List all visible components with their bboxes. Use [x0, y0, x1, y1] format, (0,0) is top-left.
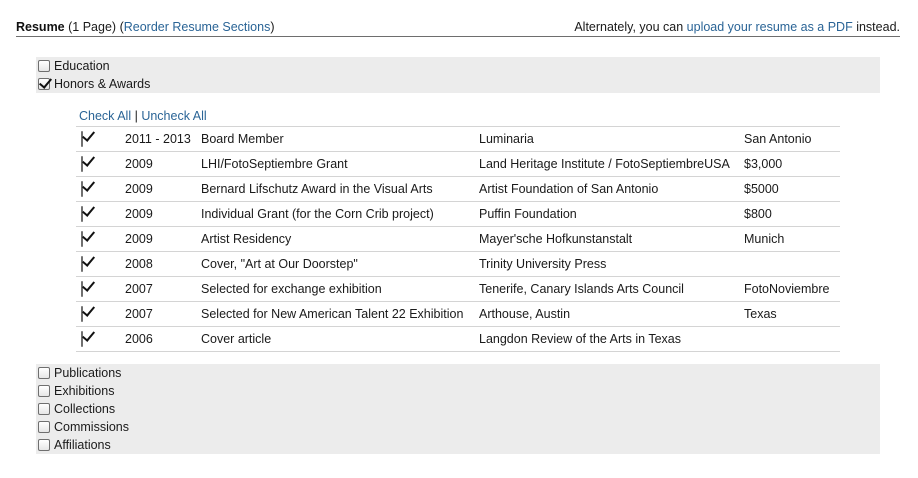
section-collections[interactable]: Collections: [36, 400, 880, 418]
section-publications[interactable]: Publications: [36, 364, 880, 382]
section-label: Exhibitions: [54, 384, 115, 398]
row-org: Puffin Foundation: [479, 207, 577, 221]
check-all-link[interactable]: Check All: [79, 109, 131, 123]
table-row: 2008 Cover, "Art at Our Doorstep" Trinit…: [76, 251, 840, 277]
close-paren: ): [270, 20, 275, 34]
table-row: 2009 Artist Residency Mayer'sche Hofkuns…: [76, 226, 840, 252]
table-row: 2007 Selected for exchange exhibition Te…: [76, 276, 840, 302]
row-checkbox[interactable]: [81, 206, 83, 222]
row-title: LHI/FotoSeptiembre Grant: [201, 157, 348, 171]
row-org: Tenerife, Canary Islands Arts Council: [479, 282, 684, 296]
table-row: 2009 Bernard Lifschutz Award in the Visu…: [76, 176, 840, 202]
section-label: Affiliations: [54, 438, 111, 452]
row-org: Langdon Review of the Arts in Texas: [479, 332, 681, 346]
row-checkbox[interactable]: [81, 256, 83, 272]
sections-bottom-group: Publications Exhibitions Collections Com…: [36, 364, 880, 454]
row-org: Luminaria: [479, 132, 534, 146]
row-year: 2007: [125, 307, 153, 321]
row-year: 2009: [125, 182, 153, 196]
row-extra: $5000: [744, 182, 779, 196]
upload-pdf-line: Alternately, you can upload your resume …: [574, 20, 900, 34]
row-org: Artist Foundation of San Antonio: [479, 182, 659, 196]
row-org: Arthouse, Austin: [479, 307, 571, 321]
alt-suffix: instead.: [852, 20, 900, 34]
row-year: 2006: [125, 332, 153, 346]
row-extra: Texas: [744, 307, 777, 321]
row-year: 2011 - 2013: [125, 132, 191, 146]
reorder-sections-link[interactable]: Reorder Resume Sections: [124, 20, 271, 34]
row-checkbox[interactable]: [81, 131, 83, 147]
honors-panel: Check All | Uncheck All 2011 - 2013 Boar…: [76, 107, 840, 352]
row-title: Selected for New American Talent 22 Exhi…: [201, 307, 464, 321]
row-title: Cover, "Art at Our Doorstep": [201, 257, 358, 271]
table-row: 2007 Selected for New American Talent 22…: [76, 301, 840, 327]
row-checkbox[interactable]: [81, 281, 83, 297]
section-checkbox[interactable]: [38, 78, 50, 90]
row-year: 2007: [125, 282, 153, 296]
section-checkbox[interactable]: [38, 421, 50, 433]
row-extra: Munich: [744, 232, 785, 246]
row-year: 2009: [125, 157, 153, 171]
row-extra: San Antonio: [744, 132, 812, 146]
section-honors-awards[interactable]: Honors & Awards: [36, 75, 880, 93]
row-extra: $3,000: [744, 157, 783, 171]
table-row: 2006 Cover article Langdon Review of the…: [76, 326, 840, 352]
table-row: 2011 - 2013 Board Member Luminaria San A…: [76, 126, 840, 152]
upload-pdf-link[interactable]: upload your resume as a PDF: [687, 20, 853, 34]
section-education[interactable]: Education: [36, 57, 880, 75]
row-title: Bernard Lifschutz Award in the Visual Ar…: [201, 182, 433, 196]
section-affiliations[interactable]: Affiliations: [36, 436, 880, 454]
row-year: 2008: [125, 257, 153, 271]
row-checkbox[interactable]: [81, 156, 83, 172]
section-exhibitions[interactable]: Exhibitions: [36, 382, 880, 400]
section-label: Education: [54, 59, 110, 73]
row-org: Mayer'sche Hofkunstanstalt: [479, 232, 633, 246]
section-label: Commissions: [54, 420, 130, 434]
section-checkbox[interactable]: [38, 439, 50, 451]
check-separator: |: [134, 109, 138, 123]
section-label: Publications: [54, 366, 122, 380]
row-org: Trinity University Press: [479, 257, 607, 271]
uncheck-all-link[interactable]: Uncheck All: [141, 109, 206, 123]
table-row: 2009 LHI/FotoSeptiembre Grant Land Herit…: [76, 151, 840, 177]
row-title: Individual Grant (for the Corn Crib proj…: [201, 207, 434, 221]
resume-title-line: Resume (1 Page) (Reorder Resume Sections…: [16, 20, 275, 34]
section-checkbox[interactable]: [38, 385, 50, 397]
row-checkbox[interactable]: [81, 306, 83, 322]
row-extra: $800: [744, 207, 772, 221]
row-org: Land Heritage Institute / FotoSeptiembre…: [479, 157, 730, 171]
row-title: Artist Residency: [201, 232, 292, 246]
row-title: Board Member: [201, 132, 284, 146]
section-label: Honors & Awards: [54, 77, 151, 91]
sections-top-group: Education Honors & Awards: [36, 57, 880, 93]
row-checkbox[interactable]: [81, 231, 83, 247]
resume-label: Resume: [16, 20, 65, 34]
resume-header: Resume (1 Page) (Reorder Resume Sections…: [16, 20, 900, 37]
section-checkbox[interactable]: [38, 403, 50, 415]
row-checkbox[interactable]: [81, 181, 83, 197]
row-year: 2009: [125, 232, 153, 246]
row-title: Selected for exchange exhibition: [201, 282, 382, 296]
row-year: 2009: [125, 207, 153, 221]
row-extra: [744, 327, 840, 352]
honors-table: 2011 - 2013 Board Member Luminaria San A…: [76, 126, 840, 352]
check-controls: Check All | Uncheck All: [76, 107, 840, 126]
page-count: (1 Page): [68, 20, 117, 34]
section-checkbox[interactable]: [38, 367, 50, 379]
section-commissions[interactable]: Commissions: [36, 418, 880, 436]
row-extra: [744, 252, 840, 277]
alt-prefix: Alternately, you can: [574, 20, 687, 34]
row-title: Cover article: [201, 332, 272, 346]
row-extra: FotoNoviembre: [744, 282, 830, 296]
section-label: Collections: [54, 402, 116, 416]
section-checkbox[interactable]: [38, 60, 50, 72]
row-checkbox[interactable]: [81, 331, 83, 347]
table-row: 2009 Individual Grant (for the Corn Crib…: [76, 201, 840, 227]
